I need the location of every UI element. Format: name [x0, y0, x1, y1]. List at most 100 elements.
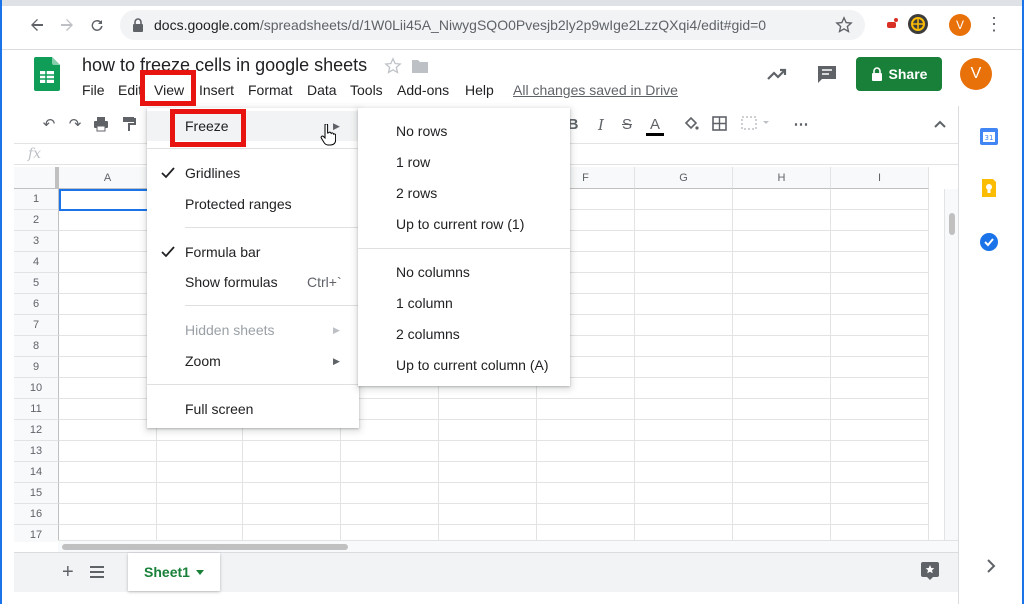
share-button[interactable]: Share — [856, 57, 942, 91]
row-header[interactable]: 5 — [14, 273, 59, 294]
lock-icon — [871, 67, 882, 81]
gridline — [59, 503, 929, 504]
vertical-scrollbar[interactable] — [944, 189, 958, 542]
menu-item-no-rows[interactable]: No rows — [358, 116, 570, 146]
menu-tools[interactable]: Tools — [350, 82, 383, 98]
menu-item-one-column[interactable]: 1 column — [358, 288, 570, 318]
borders-icon[interactable] — [710, 116, 728, 134]
undo-icon[interactable]: ↶ — [40, 116, 58, 134]
row-header[interactable]: 1 — [14, 189, 59, 210]
menu-item-protected-ranges[interactable]: Protected ranges — [147, 189, 359, 219]
document-title[interactable]: how to freeze cells in google sheets — [82, 55, 367, 76]
row-header[interactable]: 9 — [14, 357, 59, 378]
gridline — [59, 461, 929, 462]
select-all-corner[interactable] — [14, 167, 59, 189]
more-options-icon[interactable]: ⋯ — [792, 116, 810, 134]
menu-item-hidden-sheets[interactable]: Hidden sheets ▶ — [147, 315, 359, 345]
row-header[interactable]: 10 — [14, 378, 59, 399]
menu-item-label: Full screen — [185, 401, 254, 417]
fill-color-icon[interactable] — [682, 116, 700, 134]
all-sheets-icon[interactable] — [90, 565, 104, 578]
menu-item-label: 2 columns — [396, 326, 460, 342]
lock-icon — [133, 18, 143, 32]
sheet-tab[interactable]: Sheet1 — [128, 553, 220, 591]
menu-item-gridlines[interactable]: Gridlines — [147, 158, 359, 188]
bookmark-star-icon[interactable] — [835, 16, 853, 34]
reload-icon[interactable] — [86, 14, 108, 36]
menu-item-one-row[interactable]: 1 row — [358, 147, 570, 177]
menu-file[interactable]: File — [82, 82, 105, 98]
row-header[interactable]: 2 — [14, 210, 59, 231]
menu-insert[interactable]: Insert — [199, 82, 234, 98]
row-header[interactable]: 11 — [14, 399, 59, 420]
extension-icon[interactable] — [882, 14, 902, 34]
strikethrough-icon[interactable]: S — [618, 116, 636, 134]
menu-addons[interactable]: Add-ons — [397, 82, 449, 98]
comments-icon[interactable] — [815, 62, 839, 86]
row-header[interactable]: 17 — [14, 525, 59, 542]
menu-data[interactable]: Data — [307, 82, 337, 98]
sheets-logo-icon[interactable] — [34, 57, 60, 91]
menu-item-no-columns[interactable]: No columns — [358, 257, 570, 287]
menu-item-show-formulas[interactable]: Show formulas Ctrl+` — [147, 267, 359, 297]
scroll-thumb[interactable] — [949, 213, 955, 235]
star-icon[interactable] — [384, 57, 402, 75]
sheet-tab-bar: + Sheet1 — [14, 552, 958, 592]
activity-trend-icon[interactable] — [765, 62, 789, 86]
text-color-icon[interactable]: A — [646, 116, 664, 136]
menu-item-zoom[interactable]: Zoom ▶ — [147, 346, 359, 376]
account-avatar[interactable]: V — [960, 58, 992, 90]
row-header[interactable]: 6 — [14, 294, 59, 315]
column-header[interactable]: A — [59, 167, 157, 189]
row-header[interactable]: 3 — [14, 231, 59, 252]
row-header[interactable]: 8 — [14, 336, 59, 357]
selected-cell-a1[interactable] — [59, 189, 157, 211]
add-sheet-icon[interactable]: + — [62, 561, 74, 584]
scroll-thumb[interactable] — [62, 544, 348, 550]
row-header[interactable]: 4 — [14, 252, 59, 273]
column-header[interactable]: G — [635, 167, 733, 189]
paint-format-icon[interactable] — [120, 116, 138, 134]
menu-divider — [147, 148, 359, 149]
folder-icon[interactable] — [411, 58, 429, 74]
chevron-right-icon[interactable] — [981, 556, 1001, 576]
row-header[interactable]: 15 — [14, 483, 59, 504]
menu-item-two-columns[interactable]: 2 columns — [358, 319, 570, 349]
italic-icon[interactable]: I — [592, 116, 610, 134]
side-panel: 31 — [958, 106, 1022, 604]
menu-edit[interactable]: Edit — [118, 82, 142, 98]
gridline — [634, 189, 635, 542]
menu-item-up-to-current-row[interactable]: Up to current row (1) — [358, 209, 570, 239]
chevron-down-icon — [195, 569, 204, 575]
row-header[interactable]: 7 — [14, 315, 59, 336]
menu-item-full-screen[interactable]: Full screen — [147, 394, 359, 424]
column-header[interactable]: H — [733, 167, 831, 189]
row-header[interactable]: 14 — [14, 462, 59, 483]
row-header[interactable]: 16 — [14, 504, 59, 525]
explore-icon[interactable] — [920, 561, 940, 581]
extension-globe-icon[interactable] — [908, 14, 928, 34]
back-icon[interactable] — [26, 14, 48, 36]
gridline — [59, 524, 929, 525]
address-bar[interactable]: docs.google.com/spreadsheets/d/1W0Lii45A… — [120, 10, 865, 40]
row-header[interactable]: 12 — [14, 420, 59, 441]
row-header[interactable]: 13 — [14, 441, 59, 462]
profile-avatar[interactable]: V — [949, 14, 971, 36]
calendar-icon[interactable]: 31 — [979, 126, 999, 146]
forward-icon[interactable] — [56, 14, 78, 36]
menu-help[interactable]: Help — [465, 82, 494, 98]
menu-item-up-to-current-column[interactable]: Up to current column (A) — [358, 350, 570, 380]
collapse-toolbar-icon[interactable] — [931, 116, 949, 134]
tasks-icon[interactable] — [979, 232, 999, 252]
menu-item-formula-bar[interactable]: Formula bar — [147, 237, 359, 267]
horizontal-scrollbar[interactable] — [58, 540, 958, 552]
merge-cells-icon[interactable] — [740, 116, 772, 134]
print-icon[interactable] — [92, 116, 110, 134]
column-header[interactable]: I — [831, 167, 929, 189]
redo-icon[interactable]: ↷ — [66, 116, 84, 134]
browser-menu-icon[interactable]: ⋮ — [985, 14, 1003, 36]
menu-item-two-rows[interactable]: 2 rows — [358, 178, 570, 208]
keep-icon[interactable] — [979, 178, 999, 198]
menu-format[interactable]: Format — [248, 82, 292, 98]
save-status-link[interactable]: All changes saved in Drive — [513, 82, 678, 98]
